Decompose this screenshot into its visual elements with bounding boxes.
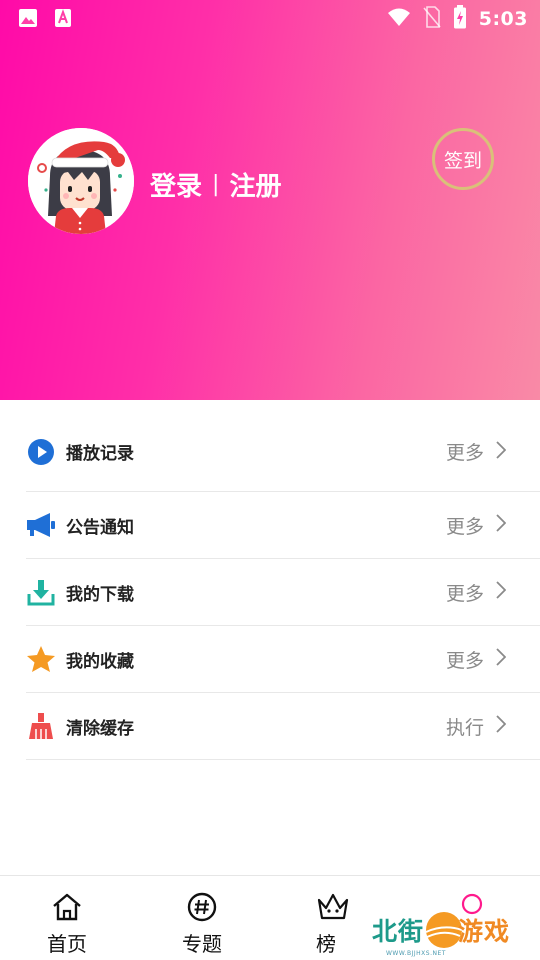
tab-home[interactable]: 首页 (27, 892, 107, 957)
login-separator: | (212, 172, 220, 197)
menu-item-announcements[interactable]: 公告通知 更多 (26, 492, 540, 559)
clock-time: 5:03 (478, 8, 528, 30)
hashtag-icon (187, 892, 217, 926)
menu-item-label: 我的下载 (66, 584, 134, 605)
menu-item-action[interactable]: 更多 (446, 512, 484, 539)
tab-rank[interactable]: 榜 (296, 892, 376, 957)
menu-item-play-history[interactable]: 播放记录 更多 (26, 412, 540, 492)
crown-icon (316, 893, 350, 926)
tab-label: 专题 (182, 932, 222, 956)
watermark-text-b: 游戏 (458, 917, 511, 946)
broom-icon (26, 711, 56, 741)
battery-charging-icon (453, 5, 467, 33)
chevron-right-icon (496, 581, 507, 603)
watermark-text-a: 北街 (372, 917, 425, 946)
image-icon (18, 8, 38, 32)
font-icon (54, 8, 72, 32)
chevron-right-icon (496, 648, 507, 670)
home-icon (51, 893, 83, 926)
menu-item-action[interactable]: 更多 (446, 579, 484, 606)
chevron-right-icon (496, 440, 507, 463)
tab-label: 首页 (47, 932, 87, 956)
watermark-url: WWW.BJJHXS.NET (386, 950, 446, 957)
login-register: 登录 | 注册 (150, 166, 281, 203)
menu-item-downloads[interactable]: 我的下载 更多 (26, 559, 540, 626)
login-link[interactable]: 登录 (150, 166, 202, 203)
chevron-right-icon (496, 715, 507, 737)
profile-header: 5:03 登录 | 注册 签到 (0, 0, 540, 400)
megaphone-icon (26, 510, 56, 540)
star-icon (26, 644, 56, 674)
wifi-icon (387, 7, 411, 31)
menu-list: 播放记录 更多 公告通知 更多 我的下载 更多 我的收藏 更多 清除缓存 执行 (26, 412, 540, 760)
menu-item-label: 公告通知 (66, 517, 134, 538)
avatar-girl-icon (28, 128, 134, 234)
play-circle-icon (26, 437, 56, 467)
menu-item-label: 清除缓存 (66, 718, 134, 739)
chevron-right-icon (496, 514, 507, 536)
menu-item-action[interactable]: 更多 (446, 646, 484, 673)
menu-item-action[interactable]: 更多 (446, 438, 484, 465)
no-sim-icon (423, 6, 441, 32)
menu-item-clear-cache[interactable]: 清除缓存 执行 (26, 693, 540, 760)
menu-item-favorites[interactable]: 我的收藏 更多 (26, 626, 540, 693)
status-bar: 5:03 (0, 0, 540, 36)
signin-button[interactable]: 签到 (432, 128, 494, 190)
avatar[interactable] (28, 128, 134, 234)
tab-topics[interactable]: 专题 (162, 892, 242, 957)
download-icon (26, 577, 56, 607)
register-link[interactable]: 注册 (229, 166, 281, 203)
watermark-logo: 北街 游戏 WWW.BJJHXS.NET (372, 908, 512, 960)
tab-label: 榜 (316, 932, 336, 956)
menu-item-label: 播放记录 (66, 444, 134, 464)
menu-item-action[interactable]: 执行 (446, 713, 484, 740)
menu-item-label: 我的收藏 (66, 651, 134, 672)
signin-label: 签到 (443, 149, 482, 172)
